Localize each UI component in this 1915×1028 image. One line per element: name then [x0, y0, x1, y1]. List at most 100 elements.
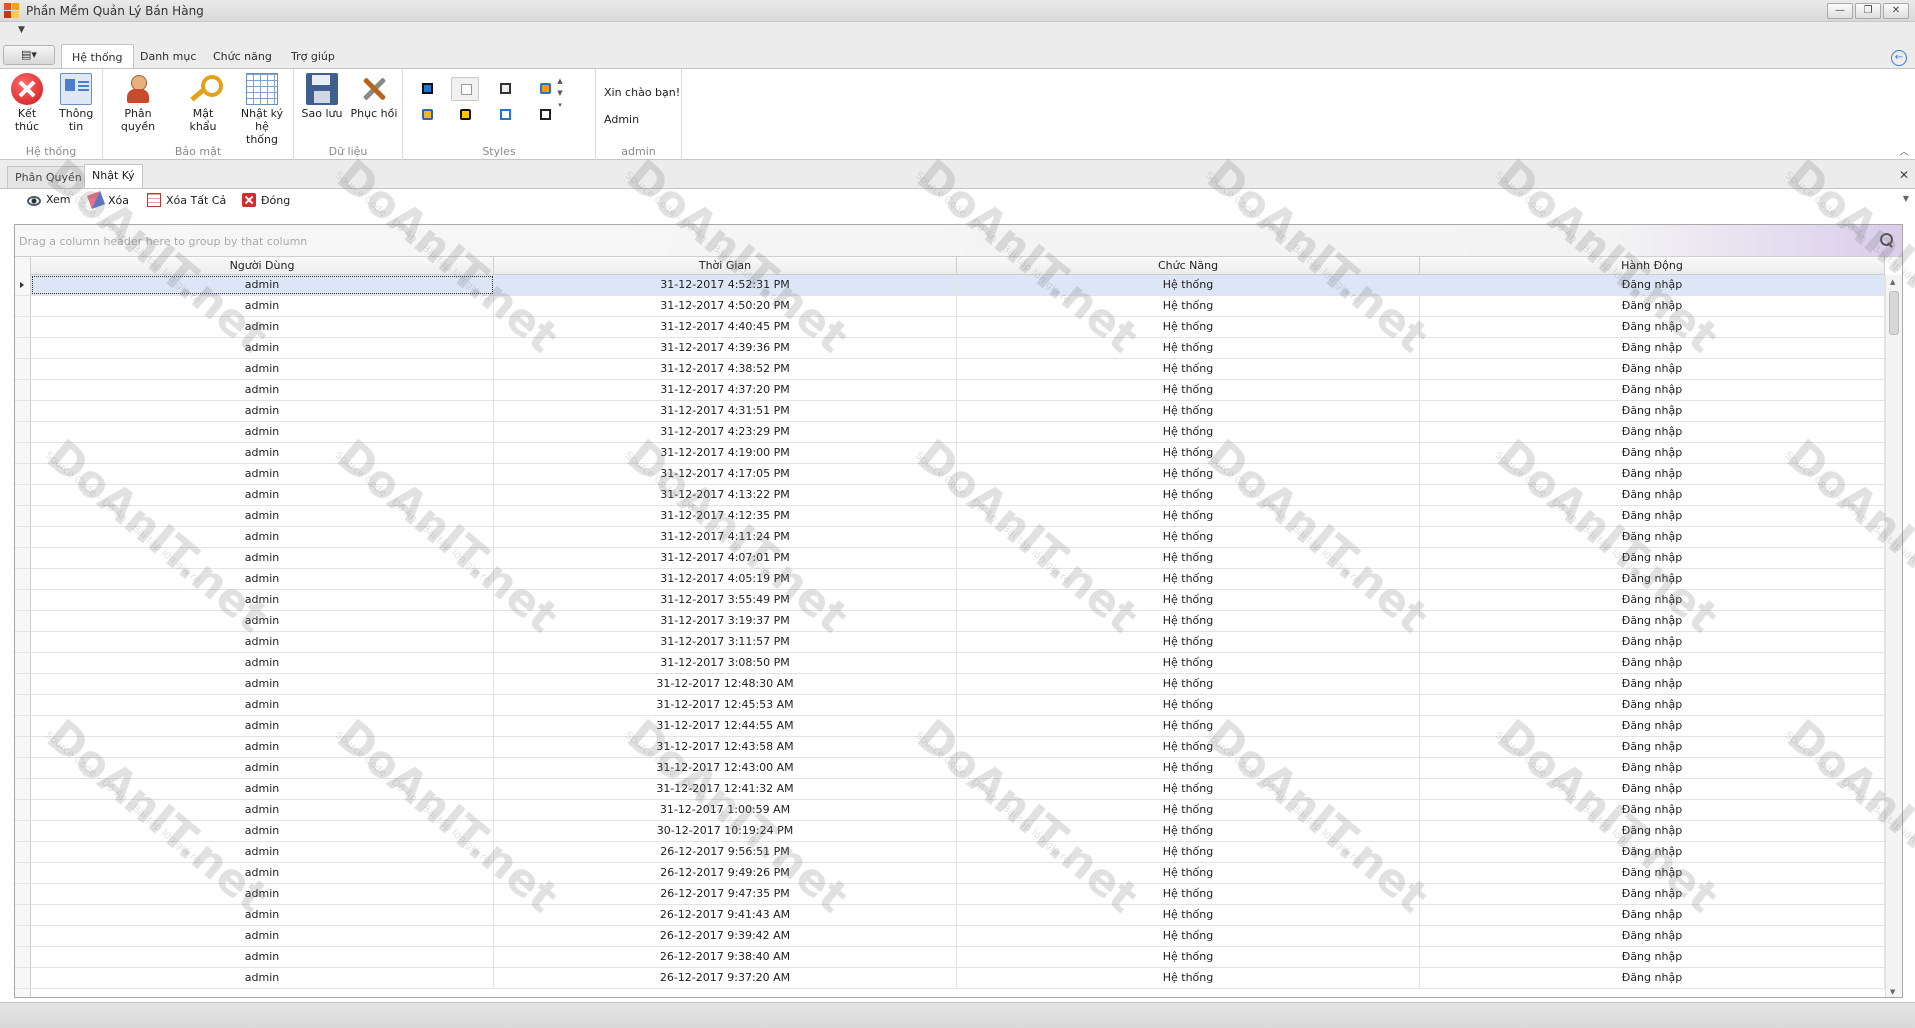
- cell-function[interactable]: Hệ thống: [957, 590, 1420, 610]
- row-indicator[interactable]: [15, 380, 31, 400]
- row-indicator[interactable]: [15, 779, 31, 799]
- cell-action[interactable]: Đăng nhập: [1420, 737, 1885, 757]
- cell-function[interactable]: Hệ thống: [957, 443, 1420, 463]
- cell-time[interactable]: 31-12-2017 4:38:52 PM: [494, 359, 957, 379]
- cell-user[interactable]: admin: [31, 863, 494, 883]
- group-by-panel[interactable]: Drag a column header here to group by th…: [15, 225, 1902, 257]
- cell-action[interactable]: Đăng nhập: [1420, 548, 1885, 568]
- table-row[interactable]: admin 26-12-2017 9:39:42 AM Hệ thống Đăng n…: [15, 926, 1885, 947]
- close-window-button[interactable]: ✕: [1883, 3, 1909, 19]
- cell-time[interactable]: 31-12-2017 4:19:00 PM: [494, 443, 957, 463]
- cell-action[interactable]: Đăng nhập: [1420, 716, 1885, 736]
- cell-function[interactable]: Hệ thống: [957, 695, 1420, 715]
- table-row[interactable]: admin 31-12-2017 4:38:52 PM Hệ thống Đăng n…: [15, 359, 1885, 380]
- row-indicator[interactable]: [15, 590, 31, 610]
- cell-user[interactable]: admin: [31, 653, 494, 673]
- cell-action[interactable]: Đăng nhập: [1420, 464, 1885, 484]
- cell-action[interactable]: Đăng nhập: [1420, 695, 1885, 715]
- cell-user[interactable]: admin: [31, 884, 494, 904]
- cell-action[interactable]: Đăng nhập: [1420, 527, 1885, 547]
- table-row[interactable]: admin 31-12-2017 4:17:05 PM Hệ thống Đăng n…: [15, 464, 1885, 485]
- cell-function[interactable]: Hệ thống: [957, 632, 1420, 652]
- row-indicator[interactable]: [15, 338, 31, 358]
- cell-user[interactable]: admin: [31, 632, 494, 652]
- column-header-nguoi-dung[interactable]: Người Dùng: [31, 257, 494, 275]
- application-menu-button[interactable]: ▤▾: [3, 45, 55, 65]
- cell-function[interactable]: Hệ thống: [957, 926, 1420, 946]
- system-log-button[interactable]: Nhật ký hệ thống: [236, 73, 288, 146]
- cell-user[interactable]: admin: [31, 800, 494, 820]
- cell-user[interactable]: admin: [31, 422, 494, 442]
- style-option[interactable]: [451, 77, 479, 101]
- table-row[interactable]: admin 31-12-2017 3:08:50 PM Hệ thống Đăng n…: [15, 653, 1885, 674]
- table-row[interactable]: admin 26-12-2017 9:49:26 PM Hệ thống Đăng n…: [15, 863, 1885, 884]
- cell-action[interactable]: Đăng nhập: [1420, 884, 1885, 904]
- style-option[interactable]: [451, 103, 479, 127]
- cell-time[interactable]: 31-12-2017 4:31:51 PM: [494, 401, 957, 421]
- row-indicator[interactable]: [15, 359, 31, 379]
- cell-user[interactable]: admin: [31, 338, 494, 358]
- doc-tab-nhat-ky[interactable]: Nhật Ký: [84, 164, 143, 188]
- cell-action[interactable]: Đăng nhập: [1420, 338, 1885, 358]
- row-indicator[interactable]: [15, 422, 31, 442]
- cell-user[interactable]: admin: [31, 569, 494, 589]
- table-row[interactable]: admin 31-12-2017 4:40:45 PM Hệ thống Đăng n…: [15, 317, 1885, 338]
- cell-action[interactable]: Đăng nhập: [1420, 359, 1885, 379]
- row-indicator[interactable]: [15, 884, 31, 904]
- cell-action[interactable]: Đăng nhập: [1420, 800, 1885, 820]
- cell-user[interactable]: admin: [31, 779, 494, 799]
- cell-user[interactable]: admin: [31, 737, 494, 757]
- table-row[interactable]: admin 31-12-2017 3:19:37 PM Hệ thống Đăng n…: [15, 611, 1885, 632]
- cell-user[interactable]: admin: [31, 506, 494, 526]
- table-row[interactable]: admin 31-12-2017 12:44:55 AM Hệ thống Đăng …: [15, 716, 1885, 737]
- row-indicator[interactable]: [15, 485, 31, 505]
- cell-time[interactable]: 31-12-2017 4:50:20 PM: [494, 296, 957, 316]
- cell-user[interactable]: admin: [31, 695, 494, 715]
- cell-time[interactable]: 30-12-2017 10:19:24 PM: [494, 821, 957, 841]
- cell-user[interactable]: admin: [31, 401, 494, 421]
- cell-action[interactable]: Đăng nhập: [1420, 779, 1885, 799]
- delete-all-button[interactable]: Xóa Tất Cả: [147, 193, 226, 207]
- cell-user[interactable]: admin: [31, 527, 494, 547]
- close-document-icon[interactable]: ✕: [1899, 168, 1909, 182]
- cell-time[interactable]: 26-12-2017 9:39:42 AM: [494, 926, 957, 946]
- row-indicator[interactable]: [15, 401, 31, 421]
- cell-user[interactable]: admin: [31, 548, 494, 568]
- row-indicator[interactable]: [15, 863, 31, 883]
- style-option[interactable]: [491, 77, 519, 101]
- cell-function[interactable]: Hệ thống: [957, 758, 1420, 778]
- cell-function[interactable]: Hệ thống: [957, 779, 1420, 799]
- row-indicator[interactable]: [15, 548, 31, 568]
- cell-function[interactable]: Hệ thống: [957, 485, 1420, 505]
- cell-user[interactable]: admin: [31, 380, 494, 400]
- table-row[interactable]: admin 31-12-2017 4:13:22 PM Hệ thống Đăng n…: [15, 485, 1885, 506]
- minimize-button[interactable]: —: [1827, 3, 1853, 19]
- cell-action[interactable]: Đăng nhập: [1420, 401, 1885, 421]
- row-indicator[interactable]: [15, 569, 31, 589]
- cell-user[interactable]: admin: [31, 821, 494, 841]
- cell-user[interactable]: admin: [31, 842, 494, 862]
- table-row[interactable]: admin 31-12-2017 4:07:01 PM Hệ thống Đăng n…: [15, 548, 1885, 569]
- doc-tab-phan-quyen[interactable]: Phân Quyền: [7, 166, 90, 188]
- cell-function[interactable]: Hệ thống: [957, 968, 1420, 988]
- row-indicator[interactable]: [15, 674, 31, 694]
- row-indicator[interactable]: [15, 821, 31, 841]
- cell-time[interactable]: 31-12-2017 3:19:37 PM: [494, 611, 957, 631]
- cell-user[interactable]: admin: [31, 716, 494, 736]
- cell-function[interactable]: Hệ thống: [957, 611, 1420, 631]
- cell-action[interactable]: Đăng nhập: [1420, 569, 1885, 589]
- column-header-hanh-dong[interactable]: Hành Động: [1420, 257, 1885, 275]
- row-indicator[interactable]: [15, 464, 31, 484]
- row-indicator[interactable]: [15, 905, 31, 925]
- row-indicator[interactable]: [15, 632, 31, 652]
- gallery-scroll[interactable]: ▲ ▼ ▾: [555, 75, 565, 131]
- row-indicator[interactable]: [15, 968, 31, 988]
- table-row[interactable]: admin 30-12-2017 10:19:24 PM Hệ thống Đăng …: [15, 821, 1885, 842]
- cell-function[interactable]: Hệ thống: [957, 674, 1420, 694]
- exit-button[interactable]: Kết thúc: [4, 73, 50, 133]
- cell-user[interactable]: admin: [31, 296, 494, 316]
- cell-action[interactable]: Đăng nhập: [1420, 275, 1885, 295]
- cell-function[interactable]: Hệ thống: [957, 737, 1420, 757]
- table-row[interactable]: admin 31-12-2017 3:55:49 PM Hệ thống Đăng n…: [15, 590, 1885, 611]
- table-row[interactable]: admin 31-12-2017 4:12:35 PM Hệ thống Đăng n…: [15, 506, 1885, 527]
